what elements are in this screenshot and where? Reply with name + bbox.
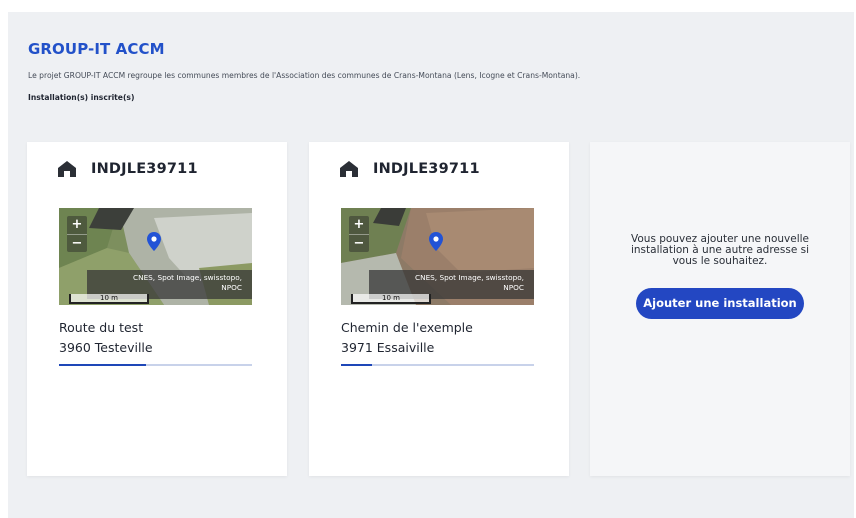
progress-fill bbox=[59, 364, 146, 366]
location-pin-icon bbox=[429, 232, 443, 251]
installation-address: Chemin de l'exemple 3971 Essaiville bbox=[341, 318, 473, 358]
progress-bar bbox=[59, 364, 252, 366]
map-zoom-controls: + − bbox=[67, 216, 87, 252]
installations-subheading: Installation(s) inscrite(s) bbox=[28, 93, 135, 102]
installation-card[interactable]: INDJLE39711 + − CNES, Spot Image, swisst… bbox=[309, 142, 569, 476]
home-icon bbox=[58, 161, 76, 177]
add-installation-message: Vous pouvez ajouter une nouvelle install… bbox=[630, 233, 810, 267]
installation-id: INDJLE39711 bbox=[373, 161, 480, 177]
installation-card[interactable]: INDJLE39711 + − CNES, Spot Image, swisst… bbox=[27, 142, 287, 476]
map-thumbnail[interactable]: + − CNES, Spot Image, swisstopo, NPOC 10… bbox=[341, 208, 534, 305]
address-city: 3971 Essaiville bbox=[341, 340, 435, 355]
zoom-out-button[interactable]: − bbox=[67, 234, 87, 252]
map-scale: 10 m bbox=[351, 294, 431, 304]
page-title: GROUP-IT ACCM bbox=[28, 40, 165, 58]
installation-id: INDJLE39711 bbox=[91, 161, 198, 177]
map-scale: 10 m bbox=[69, 294, 149, 304]
add-installation-card: Vous pouvez ajouter une nouvelle install… bbox=[590, 142, 850, 476]
card-header: INDJLE39711 bbox=[339, 160, 480, 178]
project-description: Le projet GROUP-IT ACCM regroupe les com… bbox=[28, 71, 581, 80]
address-street: Chemin de l'exemple bbox=[341, 320, 473, 335]
zoom-in-button[interactable]: + bbox=[349, 216, 369, 234]
map-zoom-controls: + − bbox=[349, 216, 369, 252]
zoom-in-button[interactable]: + bbox=[67, 216, 87, 234]
home-icon bbox=[340, 161, 358, 177]
zoom-out-button[interactable]: − bbox=[349, 234, 369, 252]
address-street: Route du test bbox=[59, 320, 144, 335]
map-thumbnail[interactable]: + − CNES, Spot Image, swisstopo, NPOC 10… bbox=[59, 208, 252, 305]
progress-bar bbox=[341, 364, 534, 366]
address-city: 3960 Testeville bbox=[59, 340, 153, 355]
progress-fill bbox=[341, 364, 372, 366]
location-pin-icon bbox=[147, 232, 161, 251]
installation-address: Route du test 3960 Testeville bbox=[59, 318, 153, 358]
add-installation-button[interactable]: Ajouter une installation bbox=[636, 288, 804, 319]
card-header: INDJLE39711 bbox=[57, 160, 198, 178]
